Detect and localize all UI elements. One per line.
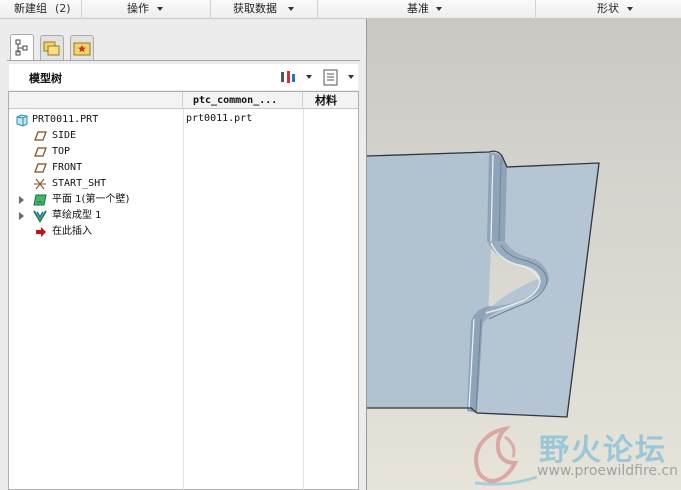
chevron-down-icon — [436, 7, 442, 11]
get-data-group-button[interactable]: 获取数据 — [211, 0, 318, 19]
tree-item-label: FRONT — [52, 162, 83, 173]
wildfire-logo-icon — [474, 425, 538, 486]
forum-watermark: 野火论坛 www.proewildfire.cn — [471, 423, 679, 487]
folder-browser-tab[interactable] — [40, 35, 64, 60]
tree-item-label: 平面 1(第一个壁) — [52, 194, 130, 205]
new-group-count: (2) — [55, 2, 71, 15]
expand-arrow-icon[interactable] — [19, 212, 24, 220]
favorites-folder-icon — [73, 42, 91, 56]
part-common-name-value: prt0011.prt — [186, 113, 253, 124]
operations-label: 操作 — [127, 2, 149, 15]
tree-item-part[interactable]: PRT0011.PRT — [9, 112, 183, 128]
tree-settings-tools-icon[interactable] — [279, 68, 297, 86]
tree-item-flat-wall[interactable]: 平面 1(第一个壁) — [9, 192, 183, 208]
show-columns-icon[interactable] — [322, 68, 340, 86]
datum-group-button[interactable]: 基准 — [318, 0, 536, 19]
tree-item-label: PRT0011.PRT — [32, 114, 99, 125]
coordinate-system-icon — [34, 178, 46, 190]
shapes-group-button[interactable]: 形状 — [536, 0, 681, 19]
folder-browser-icon — [43, 41, 60, 56]
datum-plane-icon — [34, 147, 47, 157]
datum-plane-icon — [34, 131, 47, 141]
tree-item-sketched-form[interactable]: 草绘成型 1 — [9, 208, 183, 224]
tree-item-label: 草绘成型 1 — [52, 210, 102, 221]
chevron-down-icon — [627, 7, 633, 11]
new-group-button[interactable]: 新建组 (2) — [0, 0, 82, 19]
flat-wall-icon — [33, 194, 47, 206]
tree-item-start-sht[interactable]: START_SHT — [9, 176, 183, 192]
column-header-common-name[interactable]: ptc_common_... — [183, 92, 303, 109]
model-tree-icon — [15, 39, 28, 56]
ribbon-group-bar: 新建组 (2) 操作 获取数据 基准 形状 — [0, 0, 681, 19]
tree-item-insert-here[interactable]: 在此插入 — [9, 224, 183, 240]
datum-label: 基准 — [407, 2, 429, 15]
new-group-label: 新建组 — [14, 2, 47, 15]
expand-arrow-icon[interactable] — [19, 196, 24, 204]
tree-item-label: START_SHT — [52, 178, 107, 189]
tree-item-front[interactable]: FRONT — [9, 160, 183, 176]
tree-item-top[interactable]: TOP — [9, 144, 183, 160]
tree-item-label: 在此插入 — [52, 226, 92, 237]
chevron-down-icon[interactable] — [306, 75, 312, 79]
model-tree-title: 模型树 — [29, 72, 62, 85]
model-tree-tab[interactable] — [10, 34, 34, 61]
model-tree-header: 模型树 — [9, 64, 358, 90]
chevron-down-icon[interactable] — [348, 75, 354, 79]
tree-item-side[interactable]: SIDE — [9, 128, 183, 144]
watermark-url: www.proewildfire.cn — [537, 463, 679, 479]
operations-group-button[interactable]: 操作 — [82, 0, 211, 19]
navigator-panel: 模型树 ptc_common_... 材料 PRT0011.PRT prt001… — [0, 19, 366, 490]
column-header-material[interactable]: 材料 — [303, 92, 358, 109]
shapes-label: 形状 — [597, 2, 619, 15]
tree-column-header: ptc_common_... 材料 — [9, 92, 358, 109]
tree-item-label: TOP — [52, 146, 71, 157]
chevron-down-icon — [288, 7, 294, 11]
favorites-tab[interactable] — [70, 35, 94, 60]
part-icon — [16, 114, 28, 127]
model-tree: ptc_common_... 材料 PRT0011.PRT prt0011.pr… — [8, 91, 359, 490]
sketched-form-icon — [33, 210, 47, 223]
graphics-viewport[interactable]: 野火论坛 www.proewildfire.cn — [367, 19, 681, 490]
sheet-metal-part-render — [367, 150, 600, 418]
insert-here-arrow-icon — [36, 227, 46, 237]
datum-plane-icon — [34, 163, 47, 173]
chevron-down-icon — [157, 7, 163, 11]
tree-item-label: SIDE — [52, 130, 77, 141]
get-data-label: 获取数据 — [233, 2, 277, 15]
